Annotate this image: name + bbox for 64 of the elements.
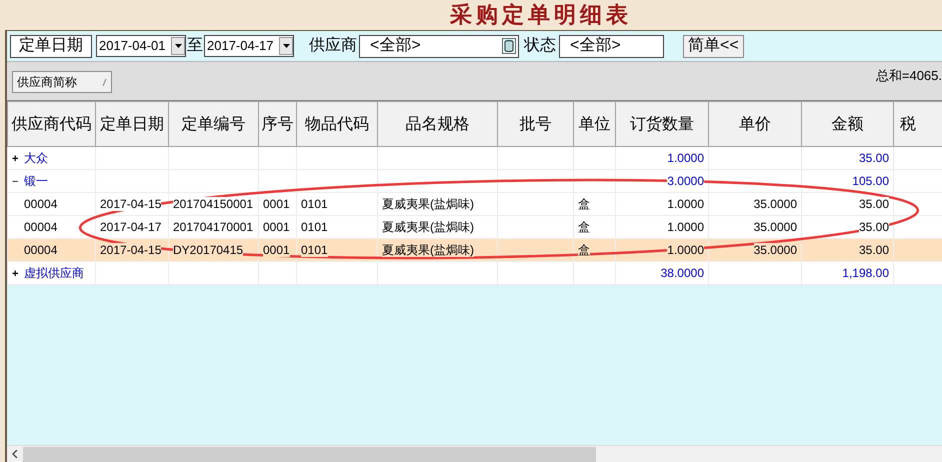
- status-field[interactable]: <全部>: [559, 34, 664, 58]
- column-header[interactable]: 批号: [520, 116, 552, 132]
- group-name[interactable]: 锻一: [24, 174, 48, 188]
- table-cell: 35.00: [858, 220, 889, 234]
- expand-toggle[interactable]: +: [12, 150, 22, 168]
- column-header[interactable]: 单价: [739, 116, 771, 132]
- table-cell: 0001: [263, 243, 290, 257]
- table-cell: 2017-04-15: [100, 243, 162, 257]
- supplier-label: 供应商: [309, 36, 357, 56]
- mode-button[interactable]: 简单<<: [683, 34, 744, 58]
- group-total: 1,198.00: [842, 266, 889, 280]
- supplier-field[interactable]: <全部>: [359, 34, 519, 58]
- collapse-toggle[interactable]: −: [12, 174, 22, 190]
- group-name[interactable]: 大众: [24, 150, 48, 165]
- table-cell: 0001: [263, 220, 290, 234]
- status-label: 状态: [524, 36, 556, 56]
- table-cell: 35.00: [858, 243, 889, 257]
- group-total: 1.0000: [667, 151, 704, 165]
- table-cell: DY20170415: [173, 243, 244, 257]
- table-cell: 夏威夷果(盐焗味): [382, 220, 474, 234]
- table-row[interactable]: 00004 2017-04-15 201704150001 0001 0101 夏威夷果(盐焗味) 盒 1.0000 35.0000 35.00: [8, 192, 942, 216]
- group-name[interactable]: 虚拟供应商: [24, 266, 84, 280]
- expand-toggle[interactable]: +: [12, 266, 22, 282]
- date-to-dropdown[interactable]: 2017-04-17: [204, 35, 294, 57]
- table-cell: 35.0000: [754, 243, 797, 257]
- group-total: 35.00: [858, 151, 889, 165]
- table-row[interactable]: 00004 2017-04-15 DY20170415 0001 0101 夏威夷果(盐焗味) 盒 1.0000 35.0000 35.00: [8, 238, 942, 262]
- table-cell: 0101: [301, 243, 328, 257]
- table-cell: 夏威夷果(盐焗味): [382, 243, 474, 257]
- group-total: 3.0000: [667, 174, 704, 188]
- table-cell: 1.0000: [667, 220, 704, 234]
- table-cell: 0101: [301, 197, 328, 211]
- window-title: 采购定单明细表: [450, 4, 632, 26]
- table-cell: 1.0000: [667, 243, 704, 257]
- table-cell: 00004: [24, 197, 58, 211]
- column-header[interactable]: 金额: [832, 116, 864, 132]
- table-cell: 0001: [263, 197, 290, 211]
- group-by-button[interactable]: 供应商简称: [12, 71, 112, 93]
- range-separator: 至: [187, 36, 203, 56]
- table-cell: 35.00: [858, 197, 889, 211]
- table-cell: 0101: [301, 220, 328, 234]
- table-cell: 盒: [578, 197, 590, 211]
- table-cell: 35.0000: [754, 197, 797, 211]
- table-cell: 00004: [24, 220, 58, 234]
- table-cell: 1.0000: [667, 197, 704, 211]
- group-total: 38.0000: [660, 266, 704, 280]
- total-text: 总和=4065.: [876, 67, 942, 85]
- table-cell: 00004: [24, 243, 58, 257]
- table-cell: 2017-04-17: [100, 220, 162, 234]
- table-cell: 盒: [578, 220, 590, 234]
- date-label: 定单日期: [10, 34, 92, 58]
- table-cell: 夏威夷果(盐焗味): [382, 197, 474, 211]
- table-cell: 201704170001: [173, 220, 254, 234]
- table-cell: 盒: [578, 243, 590, 257]
- date-from-dropdown[interactable]: 2017-04-01: [96, 35, 186, 57]
- table-cell: 201704150001: [173, 197, 254, 211]
- table-cell: 2017-04-15: [100, 197, 162, 211]
- scrollbar-thumb[interactable]: [23, 446, 596, 462]
- group-total: 105.00: [852, 174, 889, 188]
- table-row[interactable]: 00004 2017-04-17 201704170001 0001 0101 夏威夷果(盐焗味) 盒 1.0000 35.0000 35.00: [8, 216, 942, 238]
- sort-icon: [102, 78, 107, 86]
- table-cell: 35.0000: [754, 220, 797, 234]
- database-icon[interactable]: [502, 38, 516, 54]
- column-header[interactable]: 税: [900, 116, 916, 132]
